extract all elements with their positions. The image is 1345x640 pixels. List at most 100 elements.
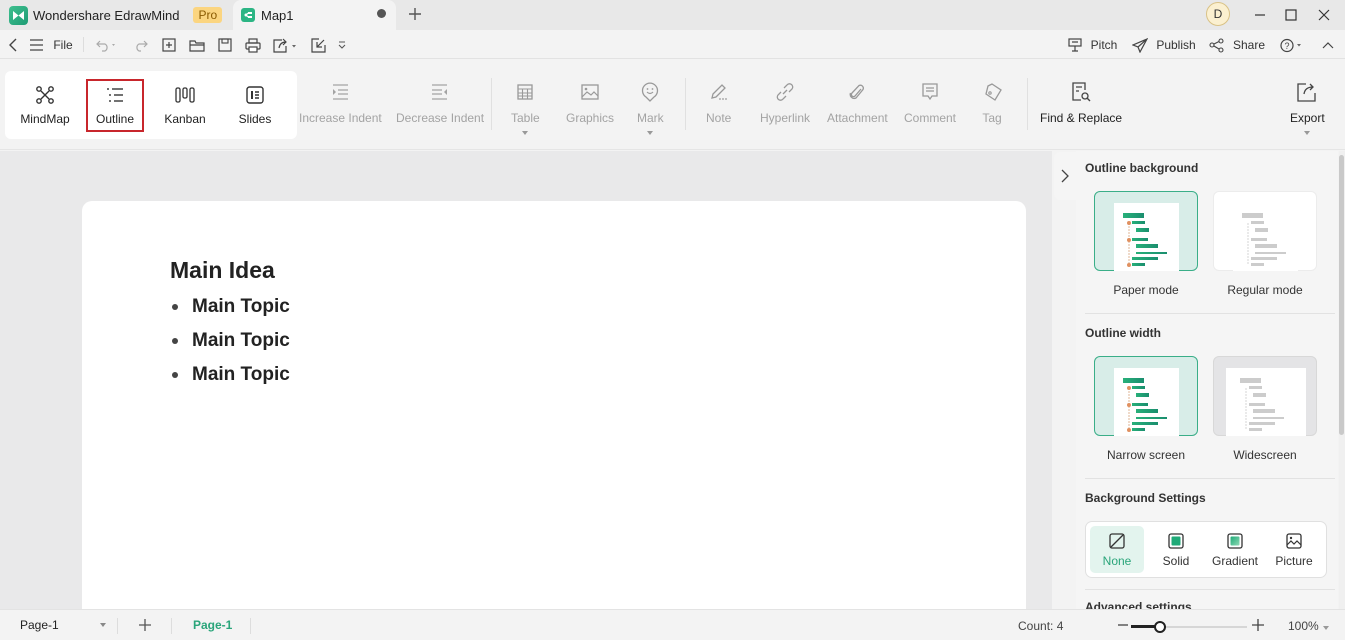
unsaved-indicator-icon[interactable] — [377, 9, 386, 18]
narrow-screen-option[interactable] — [1094, 356, 1198, 436]
view-kanban-button[interactable]: Kanban — [156, 79, 214, 132]
zoom-in-button[interactable] — [1251, 616, 1265, 634]
background-gradient-button[interactable]: Gradient — [1208, 526, 1262, 573]
mark-button[interactable]: Mark — [637, 80, 664, 135]
save-icon[interactable] — [216, 35, 234, 55]
share-button[interactable]: Share — [1209, 35, 1265, 55]
send-icon — [1132, 37, 1149, 53]
background-solid-button[interactable]: Solid — [1149, 526, 1203, 573]
increase-indent-button[interactable]: Increase Indent — [299, 80, 382, 125]
background-none-label: None — [1102, 554, 1132, 568]
user-avatar[interactable]: D — [1206, 2, 1230, 26]
canvas[interactable]: Main Idea Main Topic Main Topic Main Top… — [0, 151, 1052, 621]
collapse-panel-button[interactable] — [1054, 152, 1076, 200]
divider — [117, 618, 118, 634]
outline-topic[interactable]: Main Topic — [170, 364, 290, 386]
mindmap-icon — [36, 84, 54, 106]
narrow-screen-label: Narrow screen — [1106, 448, 1186, 462]
menu-button[interactable] — [28, 35, 44, 55]
outline-topic[interactable]: Main Topic — [170, 330, 290, 352]
no-fill-icon — [1109, 533, 1125, 549]
maximize-button[interactable] — [1281, 5, 1301, 25]
scrollbar-thumb[interactable] — [1339, 155, 1344, 435]
export-button[interactable]: Export — [1290, 80, 1325, 135]
view-outline-button[interactable]: Outline — [86, 79, 144, 132]
zoom-level[interactable]: 100% — [1288, 619, 1319, 633]
zoom-out-button[interactable] — [1117, 616, 1129, 634]
table-dropdown-icon[interactable] — [522, 131, 529, 135]
publish-button[interactable]: Publish — [1132, 35, 1196, 55]
minimize-button[interactable] — [1250, 5, 1270, 25]
minus-icon — [1118, 624, 1128, 626]
decrease-indent-button[interactable]: Decrease Indent — [396, 80, 484, 125]
mark-dropdown-icon[interactable] — [647, 131, 654, 135]
paper-mode-preview — [1114, 203, 1179, 271]
redo-button[interactable] — [133, 35, 149, 55]
close-button[interactable] — [1314, 5, 1334, 25]
pro-badge[interactable]: Pro — [193, 7, 223, 23]
outline-page[interactable]: Main Idea Main Topic Main Topic Main Top… — [82, 201, 1026, 621]
status-bar: Page-1 Page-1 Count: 4 100% — [0, 609, 1345, 639]
page-select[interactable]: Page-1 — [12, 610, 112, 640]
image-icon — [581, 80, 599, 104]
export-quick-button[interactable] — [272, 35, 300, 55]
widescreen-preview — [1226, 368, 1306, 436]
tag-button[interactable]: Tag — [982, 80, 1002, 125]
print-icon[interactable] — [243, 35, 263, 55]
edrawmind-logo-icon — [9, 5, 28, 25]
main-idea[interactable]: Main Idea — [170, 257, 275, 284]
new-file-icon[interactable] — [160, 35, 178, 55]
title-bar: Wondershare EdrawMind Pro Map1 D — [0, 0, 1345, 30]
background-type-group: None Solid Gradient Picture — [1085, 521, 1327, 578]
view-mindmap-label: MindMap — [20, 112, 70, 126]
regular-mode-option[interactable] — [1213, 191, 1317, 271]
new-tab-button[interactable] — [405, 4, 425, 24]
file-menu[interactable]: File — [52, 35, 74, 55]
outline-topic[interactable]: Main Topic — [170, 296, 290, 318]
open-folder-icon[interactable] — [188, 35, 206, 55]
view-mindmap-button[interactable]: MindMap — [16, 79, 74, 132]
zoom-slider[interactable] — [1131, 621, 1247, 633]
add-page-button[interactable] — [136, 616, 154, 634]
hyperlink-button[interactable]: Hyperlink — [760, 80, 810, 125]
topic-label: Main Topic — [192, 296, 290, 317]
table-button[interactable]: Table — [511, 80, 540, 135]
find-replace-button[interactable]: Find & Replace — [1040, 80, 1122, 125]
picture-icon — [1286, 533, 1302, 549]
background-none-button[interactable]: None — [1090, 526, 1144, 573]
link-icon — [776, 80, 794, 104]
advanced-settings-title[interactable]: Advanced settings — [1085, 600, 1192, 609]
mark-emoji-icon — [641, 80, 659, 104]
note-button[interactable]: Note — [706, 80, 731, 125]
pitch-button[interactable]: Pitch — [1066, 35, 1118, 55]
back-button[interactable] — [5, 35, 21, 55]
topic-label: Main Topic — [192, 330, 290, 351]
view-slides-button[interactable]: Slides — [226, 79, 284, 132]
divider — [491, 78, 492, 130]
app-tab[interactable]: Wondershare EdrawMind Pro — [0, 0, 223, 30]
share-icon — [1209, 37, 1224, 53]
help-button[interactable]: ? — [1279, 35, 1305, 55]
import-icon[interactable] — [309, 35, 327, 55]
kanban-icon — [175, 84, 195, 106]
background-picture-button[interactable]: Picture — [1267, 526, 1321, 573]
document-tab[interactable]: Map1 — [233, 0, 396, 30]
decrease-indent-icon — [431, 80, 449, 104]
collapse-ribbon-button[interactable] — [1320, 35, 1336, 55]
undo-button[interactable] — [95, 35, 119, 55]
zoom-dropdown-icon[interactable] — [1323, 626, 1329, 630]
attachment-button[interactable]: Attachment — [827, 80, 888, 125]
background-settings-title: Background Settings — [1085, 491, 1206, 505]
comment-button[interactable]: Comment — [904, 80, 956, 125]
bullet-icon — [172, 338, 178, 344]
paper-mode-option[interactable] — [1094, 191, 1198, 271]
export-dropdown-icon[interactable] — [1304, 131, 1311, 135]
page-tab[interactable]: Page-1 — [193, 618, 232, 632]
panel-scrollbar[interactable] — [1339, 151, 1345, 609]
graphics-button[interactable]: Graphics — [566, 80, 614, 125]
export-icon — [1297, 80, 1317, 104]
zoom-slider-handle[interactable] — [1154, 621, 1166, 633]
customize-toolbar-icon[interactable] — [335, 35, 349, 55]
widescreen-option[interactable] — [1213, 356, 1317, 436]
format-panel: Outline background Paper mode Regular mo… — [1076, 151, 1338, 609]
